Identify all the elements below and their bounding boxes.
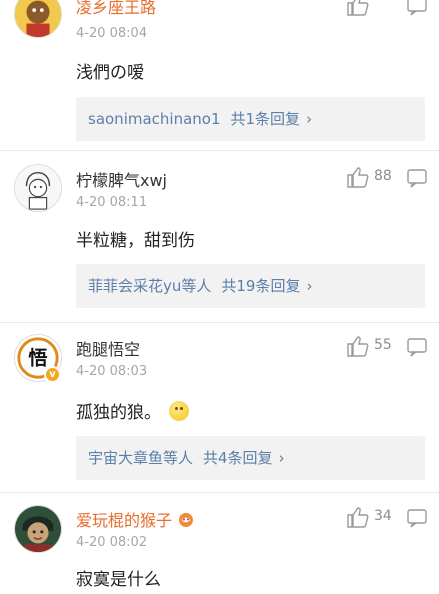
reply-users: 宇宙大章鱼等人: [88, 449, 194, 467]
more-icon[interactable]: [406, 335, 428, 357]
avatar[interactable]: [14, 164, 62, 212]
comment-time: 4-20 08:04: [76, 26, 148, 41]
comment-text: 浅們の嗳: [76, 63, 144, 83]
comment-time: 4-20 08:03: [76, 364, 148, 379]
like-icon[interactable]: [346, 335, 370, 357]
username[interactable]: 爱玩棍的猴子: [76, 507, 196, 531]
comment-text: 孤独的狼。: [76, 398, 189, 423]
reply-users: 菲菲会采花yu等人: [88, 277, 212, 295]
reply-count: 共1条回复: [230, 110, 301, 128]
username[interactable]: 跑腿悟空: [76, 336, 140, 360]
chevron-right-icon: ›: [306, 110, 313, 128]
verified-badge: v: [44, 366, 61, 383]
vip-medal-icon: [179, 513, 194, 527]
comment-time: 4-20 08:11: [76, 195, 148, 210]
comment-time: 4-20 08:02: [76, 535, 148, 550]
chevron-right-icon: ›: [278, 449, 285, 467]
chevron-right-icon: ›: [306, 277, 313, 295]
avatar[interactable]: [14, 0, 62, 38]
comment-text: 半粒糖，甜到伤: [76, 231, 195, 251]
reply-users: saonimachinano1: [88, 110, 221, 128]
divider: [0, 150, 439, 151]
avatar-character: 悟: [28, 347, 47, 370]
comment-text-content: 孤独的狼。: [76, 403, 161, 423]
reply-count: 共4条回复: [203, 449, 273, 467]
avatar[interactable]: [14, 505, 62, 553]
divider: [0, 322, 439, 323]
like-count: 34: [374, 508, 392, 524]
divider: [0, 492, 439, 493]
more-icon[interactable]: [406, 506, 428, 528]
username[interactable]: 凌乡座王路: [76, 0, 156, 18]
smile-emoji-icon: [169, 401, 189, 421]
like-icon[interactable]: [346, 506, 370, 528]
replies-summary[interactable]: 菲菲会采花yu等人 共19条回复 ›: [76, 264, 425, 308]
reply-count: 共19条回复: [221, 277, 301, 295]
more-icon[interactable]: [406, 0, 428, 16]
replies-summary[interactable]: saonimachinano1 共1条回复 ›: [76, 97, 425, 141]
replies-summary[interactable]: 宇宙大章鱼等人 共4条回复 ›: [76, 436, 425, 480]
comment-text: 寂寞是什么: [76, 570, 161, 590]
like-icon[interactable]: [346, 166, 370, 188]
like-icon[interactable]: [346, 0, 370, 16]
like-count: 55: [374, 337, 392, 353]
like-count: 88: [374, 168, 392, 184]
username[interactable]: 柠檬脾气xwj: [76, 167, 167, 191]
more-icon[interactable]: [406, 166, 428, 188]
